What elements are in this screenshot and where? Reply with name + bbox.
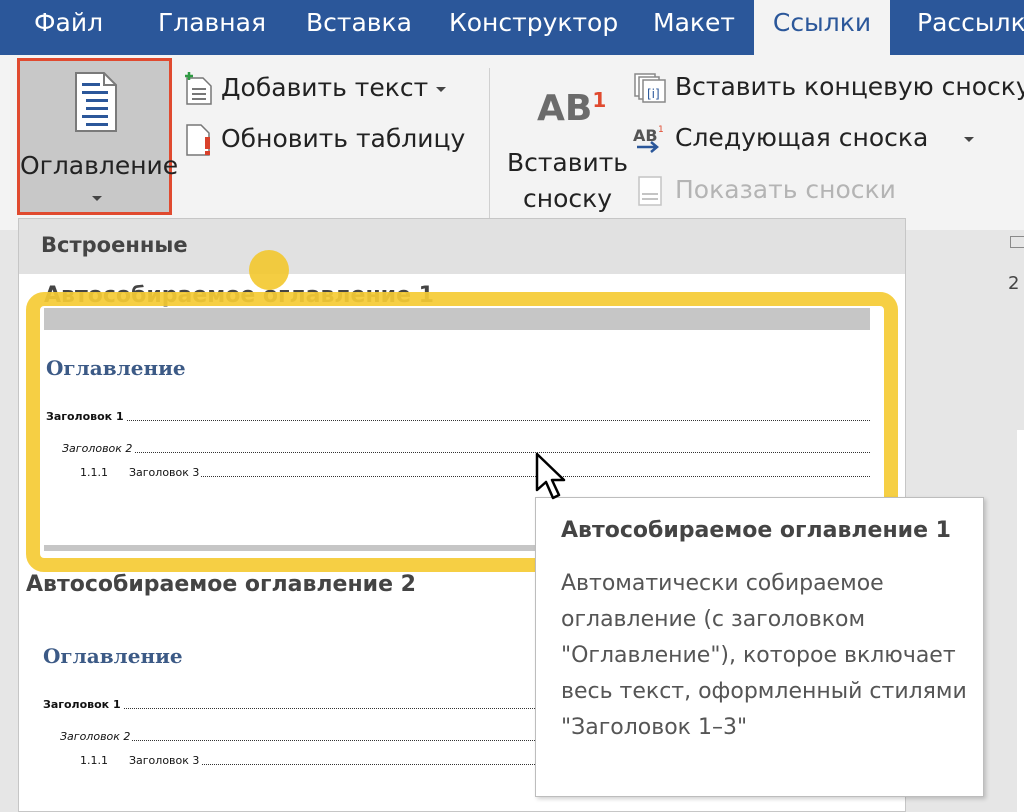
- next-footnote-button[interactable]: AB 1 Следующая сноска: [633, 123, 975, 155]
- mouse-cursor-icon: [535, 452, 566, 500]
- tab-mailings[interactable]: Рассылки: [917, 0, 1024, 55]
- show-notes-label: Показать сноски: [675, 175, 896, 204]
- tooltip-title: Автособираемое оглавление 1: [561, 518, 951, 543]
- chevron-down-icon: [92, 196, 102, 201]
- add-text-button[interactable]: Добавить текст: [183, 72, 447, 106]
- show-notes-icon: [638, 176, 662, 206]
- update-table-button[interactable]: Обновить таблицу: [183, 123, 465, 157]
- table-of-contents-button[interactable]: Оглавление: [17, 58, 179, 215]
- toc-item-2-line-3: 1.1.1 Заголовок 3: [80, 754, 543, 768]
- tab-layout[interactable]: Макет: [653, 0, 735, 55]
- chevron-down-icon: [436, 86, 447, 92]
- tab-insert[interactable]: Вставка: [306, 0, 412, 55]
- ribbon-group-divider: [489, 68, 490, 218]
- insert-footnote-label-1: Вставить: [506, 148, 629, 177]
- gallery-section-header: Встроенные: [19, 219, 905, 274]
- tab-references[interactable]: Ссылки: [754, 0, 890, 55]
- svg-text:1: 1: [658, 125, 664, 135]
- ruler-number: 2: [1008, 273, 1020, 294]
- toc-item-2-title: Автособираемое оглавление 2: [26, 572, 416, 597]
- add-text-label: Добавить текст: [221, 73, 429, 102]
- insert-footnote-label-2: сноску: [522, 184, 613, 213]
- insert-endnote-icon: [i]: [634, 73, 666, 103]
- document-page[interactable]: [1017, 430, 1024, 812]
- chevron-down-icon: [964, 136, 975, 142]
- table-of-contents-icon: [75, 72, 117, 132]
- toc-item-2-line-2: Заголовок 2: [60, 730, 543, 744]
- insert-endnote-label: Вставить концевую сноску: [675, 72, 1024, 101]
- insert-footnote-icon: AB1: [537, 88, 607, 129]
- next-footnote-icon: AB 1: [633, 125, 664, 153]
- dialog-launcher-icon[interactable]: [1010, 236, 1024, 248]
- tab-home[interactable]: Главная: [158, 0, 266, 55]
- toc-item-2-line-1: Заголовок 1: [43, 698, 543, 712]
- insert-endnote-button[interactable]: [i] Вставить концевую сноску: [633, 72, 1024, 104]
- tab-design[interactable]: Конструктор: [449, 0, 618, 55]
- next-footnote-label: Следующая сноска: [675, 123, 929, 152]
- ribbon-tab-bar: Файл Главная Вставка Конструктор Макет С…: [0, 0, 1024, 55]
- svg-text:[i]: [i]: [647, 87, 660, 101]
- toc-item-2-heading: Оглавление: [43, 644, 183, 668]
- tooltip-body: Автоматически собираемое оглавление (с з…: [561, 571, 967, 740]
- show-notes-button[interactable]: Показать сноски: [633, 175, 896, 207]
- table-of-contents-label: Оглавление: [20, 151, 179, 180]
- add-text-icon: [185, 72, 212, 105]
- tab-file[interactable]: Файл: [0, 0, 118, 55]
- update-table-icon: [186, 124, 210, 156]
- gallery-section-title: Встроенные: [41, 233, 188, 257]
- update-table-label: Обновить таблицу: [221, 124, 466, 153]
- insert-footnote-button[interactable]: AB1 Вставить сноску: [505, 80, 630, 215]
- click-indicator: [249, 250, 289, 290]
- tooltip: Автособираемое оглавление 1 Автоматическ…: [535, 497, 984, 797]
- svg-text:AB: AB: [633, 126, 658, 145]
